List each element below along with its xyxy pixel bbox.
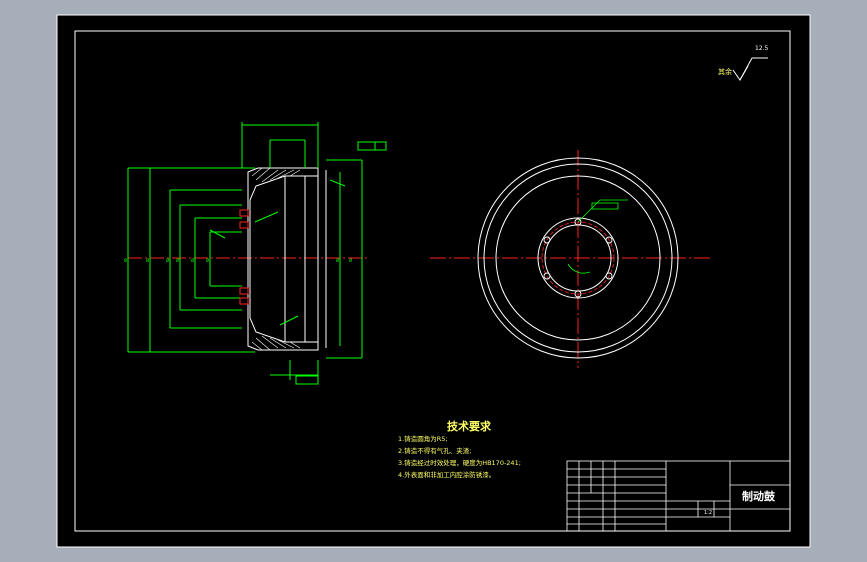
tech-requirements-title: 技术要求	[447, 420, 491, 433]
surface-finish-label: 其余	[718, 68, 732, 76]
svg-text:Ø: Ø	[124, 258, 127, 263]
svg-text:Ø: Ø	[349, 258, 352, 263]
cad-drawing-viewport[interactable]: Ø Ø Ø Ø Ø Ø Ø Ø 技术要求 1.铸造圆角为R5; 2.铸造不得有气…	[0, 0, 867, 562]
svg-text:Ø: Ø	[166, 258, 169, 263]
svg-text:Ø: Ø	[191, 258, 194, 263]
tech-requirement-item: 2.铸造不得有气孔、夹渣;	[398, 447, 472, 455]
tech-requirement-item: 1.铸造圆角为R5;	[398, 435, 448, 443]
svg-text:Ø: Ø	[336, 258, 339, 263]
surface-finish-value: 12.5	[755, 45, 769, 52]
svg-text:Ø: Ø	[206, 258, 209, 263]
tech-requirement-item: 3.铸造经过时效处理，硬度为HB170-241;	[398, 459, 521, 467]
svg-text:Ø: Ø	[146, 258, 149, 263]
svg-text:Ø: Ø	[176, 258, 179, 263]
tech-requirement-item: 4.外表面和非加工内腔涂防锈漆。	[398, 471, 496, 479]
part-name: 制动鼓	[742, 490, 775, 503]
drawing-scale: 1:2	[704, 510, 713, 516]
tech-requirements-list: 1.铸造圆角为R5; 2.铸造不得有气孔、夹渣; 3.铸造经过时效处理，硬度为H…	[398, 433, 521, 481]
